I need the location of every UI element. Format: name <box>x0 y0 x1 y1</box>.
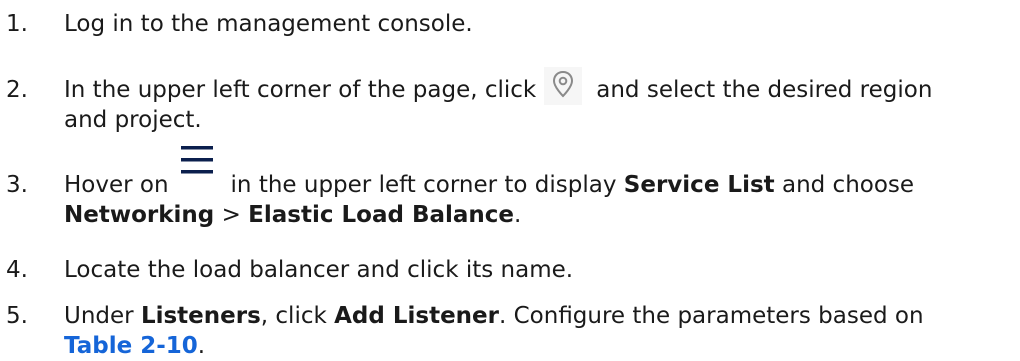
step-text-before-icon: In the upper left corner of the page, cl… <box>64 77 537 103</box>
step-number: 2. <box>6 77 28 103</box>
networking-label: Networking <box>64 202 215 228</box>
step-text-after-icon: and select the desired region <box>596 77 933 103</box>
step-number: 1. <box>6 11 28 37</box>
breadcrumb-separator: > <box>221 202 241 228</box>
step-text-mid: and choose <box>781 172 915 198</box>
step-text-before-icon: Hover on <box>64 172 169 198</box>
service-list-label: Service List <box>623 172 775 198</box>
step-text-before: Under <box>64 303 134 329</box>
step-3: 3. Hover on in the upper left corner to d… <box>0 146 1020 232</box>
step-text-end: . <box>514 202 522 228</box>
step-4: 4. Locate the load balancer and click it… <box>0 255 1020 285</box>
step-1: 1. Log in to the management console. <box>0 9 1020 39</box>
step-2: 2. In the upper left corner of the page,… <box>0 67 1020 137</box>
table-reference-link[interactable]: Table 2-10 <box>64 333 198 359</box>
step-text-line2: and project. <box>64 107 202 133</box>
hamburger-menu-icon <box>175 143 219 187</box>
add-listener-label: Add Listener <box>334 303 499 329</box>
listeners-label: Listeners <box>140 303 261 329</box>
location-pin-icon <box>544 67 583 105</box>
elastic-load-balance-label: Elastic Load Balance <box>248 202 515 228</box>
step-number: 5. <box>6 303 28 329</box>
step-text-after-icon: in the upper left corner to display <box>230 172 617 198</box>
step-text: In the upper left corner of the page, cl… <box>64 67 1014 135</box>
step-number: 4. <box>6 257 28 283</box>
step-text-mid: , click <box>260 303 327 329</box>
step-text-end: . <box>197 333 206 359</box>
step-number: 3. <box>6 172 28 198</box>
step-5: 5. Under Listeners, click Add Listener. … <box>0 301 1020 359</box>
step-text: Log in to the management console. <box>64 11 473 37</box>
step-text: Locate the load balancer and click its n… <box>64 257 574 283</box>
step-text: Under Listeners, click Add Listener. Con… <box>64 301 1014 361</box>
step-text: Hover on in the upper left corner to disp… <box>64 146 1014 230</box>
step-text-after: . Configure the parameters based on <box>498 303 924 329</box>
